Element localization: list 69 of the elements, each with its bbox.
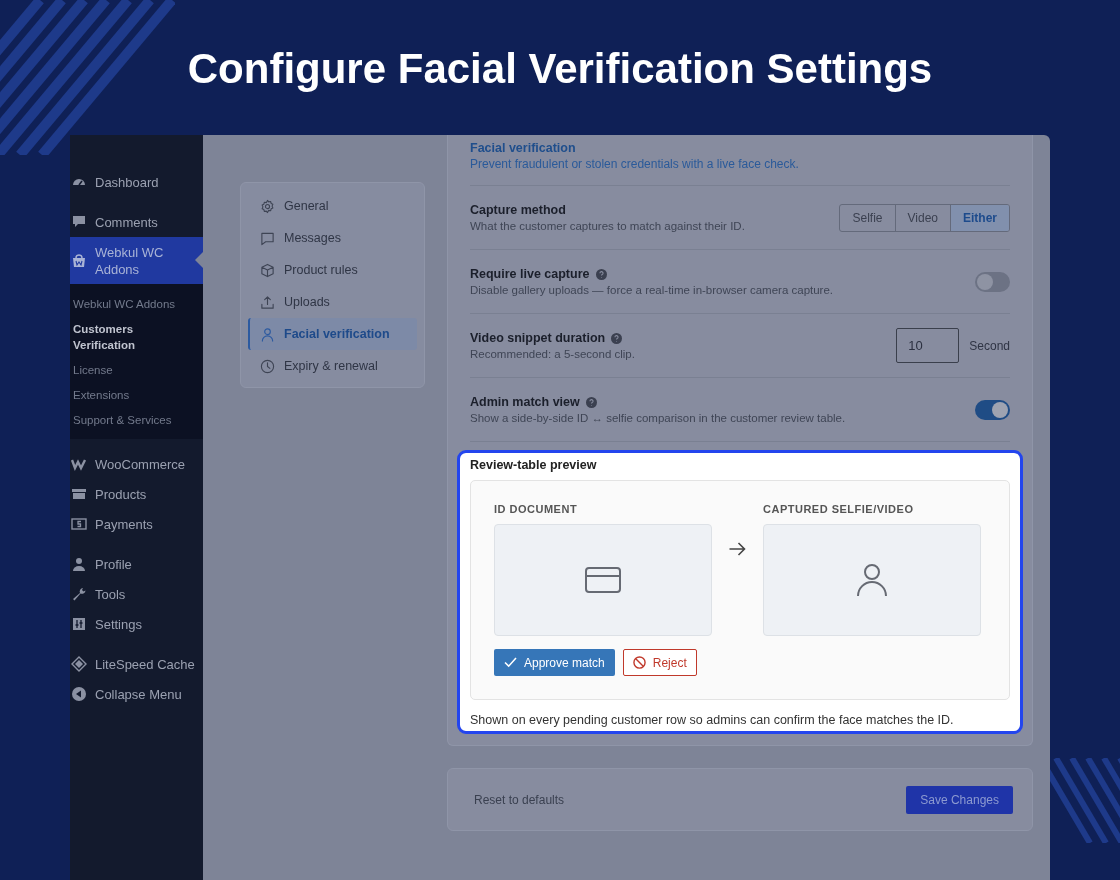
- cube-icon: [260, 262, 275, 278]
- sidebar-item[interactable]: Settings: [70, 609, 203, 639]
- wrench-icon: [71, 586, 87, 602]
- speech-bubble-icon: [71, 214, 87, 230]
- settings-nav-item[interactable]: Facial verification: [248, 318, 417, 350]
- segment-option[interactable]: Either: [950, 204, 1009, 231]
- page-headline: Configure Facial Verification Settings: [187, 45, 933, 93]
- dollar-card-icon: [71, 516, 87, 532]
- id-card-icon: [585, 567, 621, 593]
- diamond-icon: [71, 656, 87, 672]
- sidebar-item[interactable]: Tools: [70, 579, 203, 609]
- reset-link[interactable]: Reset to defaults: [474, 792, 565, 807]
- toggle-switch[interactable]: [975, 271, 1010, 292]
- setting-label: Admin match view: [470, 395, 580, 409]
- section-title: Facial verification: [470, 140, 577, 156]
- duration-input[interactable]: 10: [896, 328, 960, 363]
- settings-nav-item[interactable]: Uploads: [248, 286, 417, 318]
- shopping-bag-icon: [71, 252, 87, 269]
- submenu-item[interactable]: Webkul WC Addons: [73, 292, 203, 317]
- column-label: ID DOCUMENT: [494, 503, 579, 515]
- setting-description: Show a side-by-side ID ↔ selfie comparison in the customer review table.: [470, 412, 846, 424]
- submenu-item[interactable]: Customers Verification: [73, 317, 153, 358]
- help-icon[interactable]: [611, 332, 623, 344]
- sidebar-item[interactable]: Dashboard: [70, 167, 203, 197]
- approve-button[interactable]: Approve match: [494, 649, 615, 676]
- message-icon: [260, 230, 275, 246]
- save-button[interactable]: Save Changes: [906, 785, 1013, 814]
- sidebar-item[interactable]: LiteSpeed Cache: [70, 649, 203, 679]
- reject-button[interactable]: Reject: [622, 649, 697, 676]
- clock-icon: [260, 358, 275, 374]
- setting-description: Recommended: a 5-second clip.: [470, 348, 635, 360]
- sidebar-item[interactable]: Webkul WC Addons: [70, 237, 203, 284]
- settings-nav-item[interactable]: Messages: [248, 222, 417, 254]
- column-label: CAPTURED SELFIE/VIDEO: [763, 503, 915, 515]
- unit-label: Second: [969, 338, 1010, 353]
- sidebar-item[interactable]: Collapse Menu: [70, 679, 203, 709]
- person-icon: [71, 556, 87, 572]
- segment-option[interactable]: Video: [894, 204, 950, 231]
- setting-label: Require live capture: [470, 267, 590, 281]
- settings-nav-item[interactable]: Product rules: [248, 254, 417, 286]
- preview-title: Review-table preview: [470, 458, 598, 472]
- prohibited-icon: [632, 656, 646, 669]
- settings-nav-item[interactable]: General: [248, 190, 417, 222]
- help-icon[interactable]: [585, 396, 597, 408]
- sidebar-item[interactable]: Comments: [70, 207, 203, 237]
- sidebar-item[interactable]: Payments: [70, 509, 203, 539]
- segment-option[interactable]: Selfie: [840, 204, 895, 231]
- submenu-item[interactable]: Support & Services: [73, 408, 203, 433]
- pointer-icon: [195, 252, 203, 268]
- settings-nav-item[interactable]: Expiry & renewal: [248, 350, 417, 382]
- upload-icon: [260, 294, 275, 310]
- settings-icon: [260, 198, 275, 214]
- user-icon: [260, 326, 275, 342]
- check-icon: [504, 657, 517, 668]
- setting-description: Disable gallery uploads — force a real-time in-browser camera capture.: [470, 284, 834, 296]
- sidebar-item[interactable]: Products: [70, 479, 203, 509]
- submenu-item[interactable]: License: [73, 358, 203, 383]
- setting-label: Capture method: [470, 203, 566, 217]
- archive-box-icon: [71, 486, 87, 502]
- sidebar-item[interactable]: WooCommerce: [70, 449, 203, 479]
- setting-description: What the customer captures to match against their ID.: [470, 220, 745, 232]
- section-subtitle: Prevent fraudulent or stolen credentials with a live face check.: [470, 156, 800, 172]
- submenu-item[interactable]: Extensions: [73, 383, 203, 408]
- help-icon[interactable]: [595, 268, 607, 280]
- toggle-switch[interactable]: [975, 399, 1010, 420]
- setting-label: Video snippet duration: [470, 331, 606, 345]
- preview-note: Shown on every pending customer row so admins can confirm the face matches the ID.: [470, 713, 955, 727]
- user-icon: [856, 563, 888, 597]
- sidebar-item[interactable]: Profile: [70, 549, 203, 579]
